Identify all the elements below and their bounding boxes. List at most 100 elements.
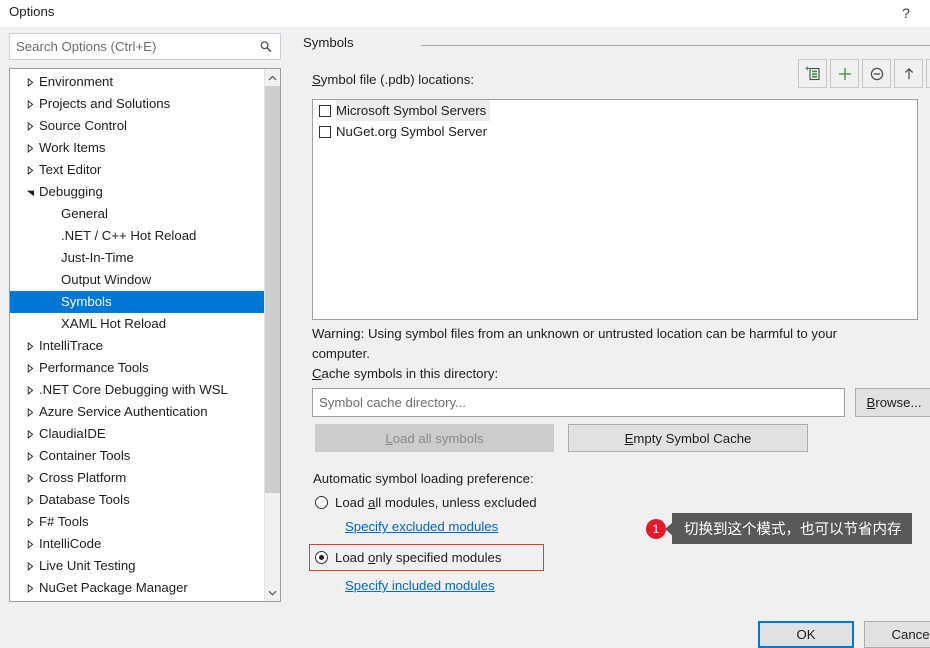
symbol-server-label: NuGet.org Symbol Server — [336, 124, 487, 139]
tree-item-container-tools[interactable]: Container Tools — [10, 445, 265, 467]
tree-item-projects-and-solutions[interactable]: Projects and Solutions — [10, 93, 265, 115]
tree-item-label: ClaudiaIDE — [39, 426, 106, 441]
arrow-down-icon-button[interactable] — [926, 59, 930, 88]
triangle-right-icon[interactable] — [24, 577, 36, 599]
triangle-right-icon[interactable] — [24, 423, 36, 445]
tree-item-label: NuGet Package Manager — [39, 580, 188, 595]
tree-item-label: Debugging — [39, 184, 103, 199]
scrollbar-thumb[interactable] — [265, 86, 280, 493]
triangle-right-icon[interactable] — [24, 137, 36, 159]
triangle-right-icon[interactable] — [24, 445, 36, 467]
tree-item-live-unit-testing[interactable]: Live Unit Testing — [10, 555, 265, 577]
new-list-entry-icon-button[interactable] — [798, 59, 827, 88]
arrow-up-icon-button[interactable] — [894, 59, 923, 88]
search-input[interactable] — [10, 34, 254, 59]
symbol-server-row[interactable]: NuGet.org Symbol Server — [313, 121, 917, 142]
tree-item-work-items[interactable]: Work Items — [10, 137, 265, 159]
tree-item-label: Cross Platform — [39, 470, 127, 485]
checkbox-icon[interactable] — [319, 105, 331, 117]
help-icon[interactable]: ? — [893, 1, 919, 25]
triangle-right-icon[interactable] — [24, 489, 36, 511]
tree-item-performance-tools[interactable]: Performance Tools — [10, 357, 265, 379]
tree-item-claudiaide[interactable]: ClaudiaIDE — [10, 423, 265, 445]
radio-indicator — [315, 551, 328, 564]
symbol-list-rows: Microsoft Symbol Servers NuGet.org Symbol… — [313, 100, 917, 142]
tree-item-label: Live Unit Testing — [39, 558, 136, 573]
tree-item-intellitrace[interactable]: IntelliTrace — [10, 335, 265, 357]
radio-load-only-specified-modules[interactable]: Load only specified modules — [315, 550, 501, 565]
tree-item-label: Container Tools — [39, 448, 131, 463]
tree-item-general[interactable]: General — [10, 203, 265, 225]
symbol-server-label: Microsoft Symbol Servers — [336, 100, 491, 121]
dialog-title: Options — [9, 4, 55, 19]
triangle-right-icon[interactable] — [24, 379, 36, 401]
symbol-server-row[interactable]: Microsoft Symbol Servers — [313, 100, 917, 121]
search-options-box[interactable] — [9, 33, 281, 60]
tree-scrollbar[interactable] — [264, 69, 280, 601]
warning-line-1: Warning: Using symbol files from an unkn… — [312, 326, 838, 341]
cache-directory-label: Cache symbols in this directory: — [312, 366, 499, 381]
triangle-right-icon[interactable] — [24, 555, 36, 577]
tree-item-f-tools[interactable]: F# Tools — [10, 511, 265, 533]
ok-button[interactable]: OK — [758, 621, 854, 648]
warning-line-2: computer. — [312, 346, 370, 361]
load-all-symbols-button[interactable]: Load all symbols — [315, 424, 554, 452]
checkbox-icon[interactable] — [319, 126, 331, 138]
tree-item-label: Database Tools — [39, 492, 130, 507]
search-icon[interactable] — [254, 34, 278, 59]
radio-load-all-modules[interactable]: Load all modules, unless excluded — [315, 495, 537, 510]
tree-item-intellicode[interactable]: IntelliCode — [10, 533, 265, 555]
triangle-right-icon[interactable] — [24, 71, 36, 93]
triangle-right-icon[interactable] — [24, 401, 36, 423]
browse-button[interactable]: Browse... — [855, 388, 930, 417]
tree-item-database-tools[interactable]: Database Tools — [10, 489, 265, 511]
tree-item-label: Output Window — [61, 272, 152, 287]
tree-item-debugging[interactable]: Debugging — [10, 181, 265, 203]
tree-item-label: .NET Core Debugging with WSL — [39, 382, 228, 397]
tree-item-cross-platform[interactable]: Cross Platform — [10, 467, 265, 489]
triangle-right-icon[interactable] — [24, 533, 36, 555]
tree-item-label: .NET / C++ Hot Reload — [61, 228, 197, 243]
dialog-title-bar: Options — [0, 0, 930, 27]
specify-excluded-modules-link[interactable]: Specify excluded modules — [345, 519, 498, 534]
tree-item-net-c-hot-reload[interactable]: .NET / C++ Hot Reload — [10, 225, 265, 247]
annotation-tooltip: 切换到这个模式，也可以节省内存 — [665, 513, 912, 544]
tree-item-label: Just-In-Time — [61, 250, 134, 265]
tree-item-source-control[interactable]: Source Control — [10, 115, 265, 137]
tree-item-just-in-time[interactable]: Just-In-Time — [10, 247, 265, 269]
symbol-cache-directory-input[interactable] — [313, 389, 844, 416]
triangle-right-icon[interactable] — [24, 115, 36, 137]
cancel-button[interactable]: Cancel — [864, 621, 930, 648]
tree-item-label: General — [61, 206, 108, 221]
symbol-cache-directory-field[interactable] — [312, 388, 845, 417]
symbol-locations-list[interactable]: Microsoft Symbol Servers NuGet.org Symbol… — [312, 99, 918, 320]
tree-items: Environment Projects and Solutions Source … — [10, 71, 265, 599]
tree-item-nuget-package-manager[interactable]: NuGet Package Manager — [10, 577, 265, 599]
auto-symbol-loading-label: Automatic symbol loading preference: — [313, 471, 534, 486]
options-category-tree[interactable]: Environment Projects and Solutions Source … — [9, 68, 281, 602]
tree-item-label: Azure Service Authentication — [39, 404, 208, 419]
tree-item-output-window[interactable]: Output Window — [10, 269, 265, 291]
empty-symbol-cache-button[interactable]: Empty Symbol Cache — [568, 424, 808, 452]
tree-item-net-core-debugging-with-wsl[interactable]: .NET Core Debugging with WSL — [10, 379, 265, 401]
triangle-right-icon[interactable] — [24, 335, 36, 357]
tree-item-azure-service-authentication[interactable]: Azure Service Authentication — [10, 401, 265, 423]
tree-item-text-editor[interactable]: Text Editor — [10, 159, 265, 181]
triangle-right-icon[interactable] — [24, 93, 36, 115]
triangle-right-icon[interactable] — [24, 159, 36, 181]
minus-circle-icon-button[interactable] — [862, 59, 891, 88]
tree-item-label: F# Tools — [39, 514, 89, 529]
triangle-down-icon[interactable] — [24, 181, 36, 203]
triangle-right-icon[interactable] — [24, 511, 36, 533]
tree-item-label: Work Items — [39, 140, 106, 155]
chevron-down-icon[interactable] — [265, 584, 280, 601]
triangle-right-icon[interactable] — [24, 357, 36, 379]
triangle-right-icon[interactable] — [24, 467, 36, 489]
chevron-up-icon[interactable] — [265, 69, 280, 86]
plus-icon-button[interactable] — [830, 59, 859, 88]
tree-item-xaml-hot-reload[interactable]: XAML Hot Reload — [10, 313, 265, 335]
tree-item-symbols[interactable]: Symbols — [10, 291, 264, 313]
title-separator — [421, 45, 930, 46]
tree-item-environment[interactable]: Environment — [10, 71, 265, 93]
specify-included-modules-link[interactable]: Specify included modules — [345, 578, 495, 593]
